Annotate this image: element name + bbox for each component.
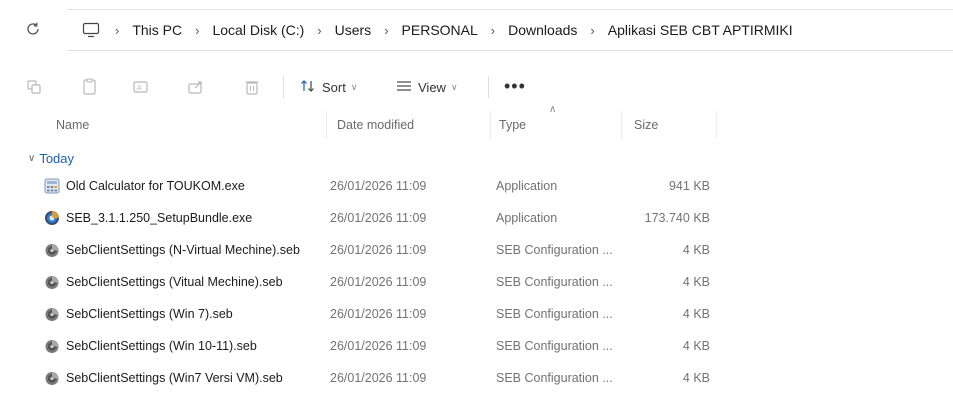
- file-name-cell[interactable]: SebClientSettings (N-Virtual Mechine).se…: [44, 234, 300, 266]
- chevron-down-icon: ∨: [450, 81, 458, 92]
- file-size: 173.740 KB: [644, 211, 710, 225]
- column-header-size[interactable]: Size: [634, 111, 658, 139]
- file-name: SebClientSettings (Vitual Mechine).seb: [66, 275, 283, 289]
- seb-config-icon: [44, 274, 66, 290]
- sort-ascending-icon: ∧: [549, 104, 557, 115]
- file-name-cell[interactable]: SebClientSettings (Vitual Mechine).seb: [44, 266, 283, 298]
- file-date-modified: 26/01/2026 11:09: [330, 179, 427, 193]
- chevron-right-icon[interactable]: ›: [590, 23, 594, 38]
- address-bar[interactable]: › This PC › Local Disk (C:) › Users › PE…: [67, 9, 953, 51]
- file-name-cell[interactable]: SebClientSettings (Win 10-11).seb: [44, 330, 257, 362]
- breadcrumb-local-disk[interactable]: Local Disk (C:): [212, 22, 304, 38]
- file-type: Application: [496, 179, 558, 193]
- file-name: Old Calculator for TOUKOM.exe: [66, 179, 245, 193]
- column-header-name[interactable]: Name: [56, 111, 89, 139]
- column-divider[interactable]: [490, 111, 491, 139]
- breadcrumb-downloads[interactable]: Downloads: [508, 22, 577, 38]
- cut-icon[interactable]: [23, 76, 45, 98]
- file-type: SEB Configuration ...: [496, 371, 613, 385]
- group-label: Today: [39, 150, 75, 166]
- file-row[interactable]: SebClientSettings (Win7 Versi VM).seb 26/…: [0, 362, 953, 394]
- file-date-modified: 26/01/2026 11:09: [330, 339, 427, 353]
- column-divider[interactable]: [621, 111, 622, 139]
- file-size: 4 KB: [682, 243, 710, 257]
- refresh-icon[interactable]: [20, 16, 46, 42]
- file-date-modified: 26/01/2026 11:09: [330, 371, 427, 385]
- file-date-modified: 26/01/2026 11:09: [330, 275, 427, 289]
- sort-icon: [300, 79, 316, 96]
- file-type: SEB Configuration ...: [496, 243, 613, 257]
- sort-label: Sort: [322, 79, 346, 95]
- file-name: SEB_3.1.1.250_SetupBundle.exe: [66, 211, 253, 225]
- file-size: 941 KB: [668, 179, 710, 193]
- chevron-down-icon[interactable]: ∨: [28, 153, 35, 164]
- breadcrumb-personal[interactable]: PERSONAL: [402, 22, 478, 38]
- computer-icon[interactable]: [80, 20, 102, 40]
- seb-config-icon: [44, 306, 66, 322]
- file-row[interactable]: SebClientSettings (Vitual Mechine).seb 26…: [0, 266, 953, 298]
- seb-config-icon: [44, 370, 66, 386]
- delete-icon[interactable]: [241, 76, 263, 98]
- file-size: 4 KB: [682, 307, 710, 321]
- toolbar-divider: [488, 76, 489, 98]
- view-button[interactable]: View ∨: [396, 75, 458, 99]
- file-row[interactable]: SebClientSettings (N-Virtual Mechine).se…: [0, 234, 953, 266]
- breadcrumb-users[interactable]: Users: [335, 22, 372, 38]
- file-row[interactable]: SEB_3.1.1.250_SetupBundle.exe 26/01/2026 …: [0, 202, 953, 234]
- column-divider[interactable]: [326, 111, 327, 139]
- file-row[interactable]: Old Calculator for TOUKOM.exe 26/01/2026 …: [0, 170, 953, 202]
- svg-text:A: A: [137, 84, 142, 92]
- column-divider[interactable]: [716, 111, 717, 139]
- file-name-cell[interactable]: SebClientSettings (Win 7).seb: [44, 298, 233, 330]
- copy-icon[interactable]: [79, 76, 101, 98]
- file-date-modified: 26/01/2026 11:09: [330, 211, 427, 225]
- file-name-cell[interactable]: SebClientSettings (Win7 Versi VM).seb: [44, 362, 283, 394]
- column-header-date-modified[interactable]: Date modified: [337, 111, 414, 139]
- file-name-cell[interactable]: Old Calculator for TOUKOM.exe: [44, 170, 245, 202]
- command-bar: A Sort ∨ View ∨ •••: [0, 64, 953, 110]
- more-options-button[interactable]: •••: [504, 76, 526, 96]
- file-name-cell[interactable]: SEB_3.1.1.250_SetupBundle.exe: [44, 202, 252, 234]
- toolbar-divider: [283, 76, 284, 98]
- view-icon: [396, 80, 412, 95]
- sort-button[interactable]: Sort ∨: [300, 75, 357, 99]
- group-header-today[interactable]: ∨ Today: [28, 148, 74, 168]
- file-type: SEB Configuration ...: [496, 339, 613, 353]
- view-label: View: [418, 79, 446, 95]
- chevron-right-icon[interactable]: ›: [195, 23, 199, 38]
- breadcrumb-this-pc[interactable]: This PC: [132, 22, 182, 38]
- calculator-app-icon: [44, 178, 66, 194]
- chevron-right-icon[interactable]: ›: [384, 23, 388, 38]
- address-bar-row: › This PC › Local Disk (C:) › Users › PE…: [0, 0, 953, 58]
- file-size: 4 KB: [682, 275, 710, 289]
- chevron-right-icon[interactable]: ›: [317, 23, 321, 38]
- seb-config-icon: [44, 242, 66, 258]
- seb-installer-icon: [44, 210, 66, 226]
- seb-config-icon: [44, 338, 66, 354]
- file-type: SEB Configuration ...: [496, 307, 613, 321]
- file-name: SebClientSettings (Win7 Versi VM).seb: [66, 371, 283, 385]
- file-size: 4 KB: [682, 371, 710, 385]
- file-date-modified: 26/01/2026 11:09: [330, 243, 427, 257]
- file-name: SebClientSettings (Win 7).seb: [66, 307, 233, 321]
- chevron-right-icon[interactable]: ›: [115, 23, 119, 38]
- file-date-modified: 26/01/2026 11:09: [330, 307, 427, 321]
- file-name: SebClientSettings (Win 10-11).seb: [66, 339, 257, 353]
- file-row[interactable]: SebClientSettings (Win 10-11).seb 26/01/2…: [0, 330, 953, 362]
- column-header-type[interactable]: Type: [499, 111, 526, 139]
- chevron-down-icon: ∨: [350, 81, 358, 92]
- file-type: Application: [496, 211, 558, 225]
- chevron-right-icon[interactable]: ›: [491, 23, 495, 38]
- file-name: SebClientSettings (N-Virtual Mechine).se…: [66, 243, 300, 257]
- breadcrumb-current-folder[interactable]: Aplikasi SEB CBT APTIRMIKI: [608, 22, 793, 38]
- share-icon[interactable]: [185, 76, 207, 98]
- file-size: 4 KB: [682, 339, 710, 353]
- rename-icon[interactable]: A: [130, 76, 152, 98]
- file-row[interactable]: SebClientSettings (Win 7).seb 26/01/2026 …: [0, 298, 953, 330]
- file-type: SEB Configuration ...: [496, 275, 613, 289]
